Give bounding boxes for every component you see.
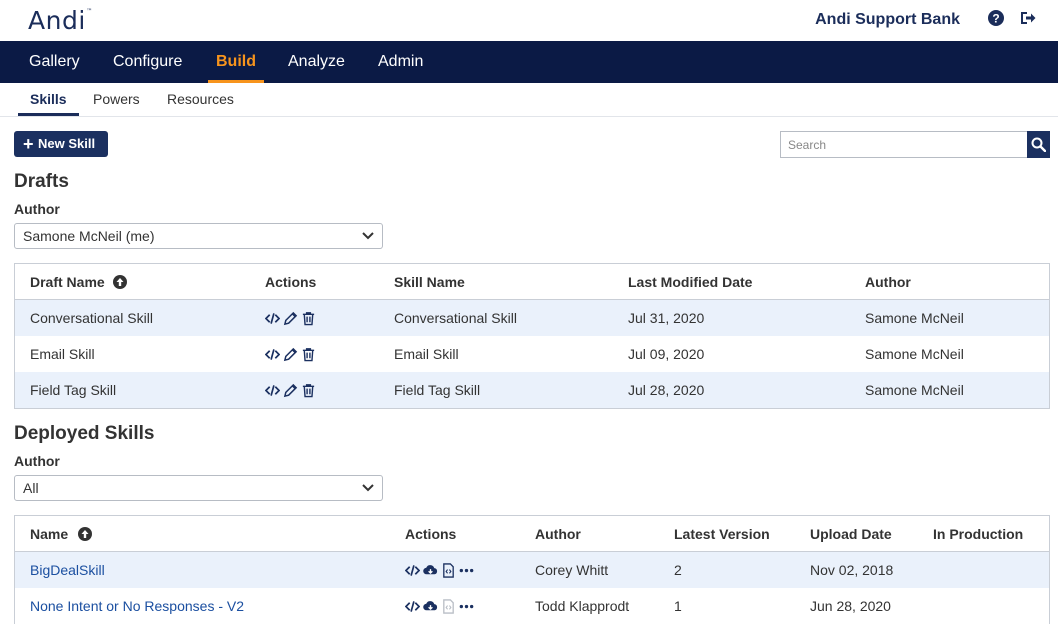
drafts-author-value: Samone McNeil (me) bbox=[23, 228, 155, 244]
author: Todd Klapprodt bbox=[535, 598, 630, 614]
skill-name-link[interactable]: BigDealSkill bbox=[30, 552, 105, 588]
file-code-icon[interactable] bbox=[441, 562, 456, 578]
skill-name-link[interactable]: None Intent or No Responses - V2 bbox=[30, 588, 244, 624]
org-name: Andi Support Bank bbox=[815, 11, 960, 28]
drafts-title: Drafts bbox=[14, 171, 69, 192]
col-skill-name[interactable]: Skill Name bbox=[394, 264, 465, 300]
drafts-table-header: Draft Name Actions Skill Name Last Modif… bbox=[15, 264, 1049, 300]
draft-name: Email Skill bbox=[30, 346, 95, 362]
code-icon[interactable] bbox=[405, 599, 420, 614]
table-row[interactable]: None Intent or No Responses - V2 Todd Kl… bbox=[15, 588, 1049, 624]
svg-text:?: ? bbox=[992, 12, 999, 26]
more-horizontal-icon[interactable] bbox=[459, 563, 474, 578]
trash-icon[interactable] bbox=[301, 383, 316, 398]
drafts-table: Draft Name Actions Skill Name Last Modif… bbox=[14, 263, 1050, 409]
last-modified: Jul 09, 2020 bbox=[628, 346, 705, 362]
nav-analyze[interactable]: Analyze bbox=[288, 41, 345, 83]
col-draft-name[interactable]: Draft Name bbox=[30, 264, 105, 300]
col-author[interactable]: Author bbox=[865, 264, 911, 300]
row-actions bbox=[265, 300, 319, 336]
table-row[interactable]: Email Skill Email Skill Jul 09, 2020 Sam… bbox=[15, 336, 1049, 372]
deployed-author-label: Author bbox=[14, 453, 60, 469]
tab-skills[interactable]: Skills bbox=[18, 83, 79, 116]
col-name[interactable]: Name bbox=[30, 516, 68, 552]
deployed-title: Deployed Skills bbox=[14, 423, 155, 444]
new-skill-button[interactable]: + New Skill bbox=[14, 131, 108, 157]
cloud-download-icon[interactable] bbox=[423, 599, 438, 614]
sort-arrow-up-icon[interactable] bbox=[78, 527, 92, 541]
row-actions bbox=[265, 336, 319, 372]
row-actions bbox=[265, 372, 319, 408]
table-row[interactable]: Conversational Skill Conversational Skil… bbox=[15, 300, 1049, 336]
latest-version: 2 bbox=[674, 562, 682, 578]
author: Samone McNeil bbox=[865, 310, 964, 326]
pencil-icon[interactable] bbox=[283, 347, 298, 362]
table-row[interactable]: BigDealSkill Corey Whitt 2 Nov 02, 2018 bbox=[15, 552, 1049, 588]
sub-nav: Skills Powers Resources bbox=[0, 83, 1058, 117]
trash-icon[interactable] bbox=[301, 347, 316, 362]
col-actions: Actions bbox=[405, 526, 457, 542]
upload-date: Nov 02, 2018 bbox=[810, 562, 894, 578]
skill-name: Field Tag Skill bbox=[394, 382, 481, 398]
trash-icon[interactable] bbox=[301, 311, 316, 326]
plus-icon: + bbox=[23, 134, 34, 154]
tab-resources[interactable]: Resources bbox=[167, 83, 234, 116]
upload-date: Jun 28, 2020 bbox=[810, 598, 891, 614]
last-modified: Jul 28, 2020 bbox=[628, 382, 705, 398]
pencil-icon[interactable] bbox=[283, 311, 298, 326]
code-icon[interactable] bbox=[265, 347, 280, 362]
col-author[interactable]: Author bbox=[535, 516, 581, 552]
nav-admin[interactable]: Admin bbox=[378, 41, 423, 83]
andi-logo[interactable]: Andi ™ bbox=[28, 6, 92, 35]
table-row[interactable]: Field Tag Skill Field Tag Skill Jul 28, … bbox=[15, 372, 1049, 408]
search-button[interactable] bbox=[1027, 131, 1050, 158]
chevron-down-icon bbox=[362, 484, 374, 492]
search-input[interactable] bbox=[780, 131, 1027, 158]
more-horizontal-icon[interactable] bbox=[459, 599, 474, 614]
nav-gallery[interactable]: Gallery bbox=[29, 41, 80, 83]
row-actions bbox=[405, 552, 477, 588]
drafts-author-label: Author bbox=[14, 201, 60, 217]
nav-build[interactable]: Build bbox=[208, 41, 264, 83]
last-modified: Jul 31, 2020 bbox=[628, 310, 705, 326]
search-icon bbox=[1031, 137, 1046, 152]
sign-out-icon[interactable] bbox=[1020, 10, 1036, 26]
author: Corey Whitt bbox=[535, 562, 609, 578]
row-actions bbox=[405, 588, 477, 624]
pencil-icon[interactable] bbox=[283, 383, 298, 398]
deployed-table: Name Actions Author Latest Version Uploa… bbox=[14, 515, 1050, 624]
skill-name: Conversational Skill bbox=[394, 310, 517, 326]
deployed-table-header: Name Actions Author Latest Version Uploa… bbox=[15, 516, 1049, 552]
col-upload-date[interactable]: Upload Date bbox=[810, 516, 892, 552]
sort-arrow-up-icon[interactable] bbox=[113, 275, 127, 289]
question-circle-icon[interactable]: ? bbox=[988, 10, 1004, 26]
code-icon[interactable] bbox=[265, 383, 280, 398]
tab-powers[interactable]: Powers bbox=[93, 83, 140, 116]
col-in-production[interactable]: In Production bbox=[933, 516, 1023, 552]
col-latest-version[interactable]: Latest Version bbox=[674, 516, 770, 552]
deployed-author-select[interactable]: All bbox=[14, 475, 383, 501]
draft-name: Field Tag Skill bbox=[30, 382, 117, 398]
new-skill-label: New Skill bbox=[38, 136, 96, 151]
file-code-icon bbox=[443, 598, 454, 614]
author: Samone McNeil bbox=[865, 382, 964, 398]
skill-name: Email Skill bbox=[394, 346, 459, 362]
draft-name: Conversational Skill bbox=[30, 310, 153, 326]
deployed-author-value: All bbox=[23, 480, 39, 496]
latest-version: 1 bbox=[674, 598, 682, 614]
code-icon[interactable] bbox=[405, 563, 420, 578]
main-nav: Gallery Configure Build Analyze Admin bbox=[0, 41, 1058, 83]
col-actions: Actions bbox=[265, 274, 317, 290]
author: Samone McNeil bbox=[865, 346, 964, 362]
code-icon[interactable] bbox=[265, 311, 280, 326]
chevron-down-icon bbox=[362, 232, 374, 240]
top-header: Andi ™ Andi Support Bank ? bbox=[0, 0, 1058, 41]
cloud-download-icon[interactable] bbox=[423, 563, 438, 578]
nav-configure[interactable]: Configure bbox=[113, 41, 182, 83]
drafts-author-select[interactable]: Samone McNeil (me) bbox=[14, 223, 383, 249]
col-last-modified[interactable]: Last Modified Date bbox=[628, 264, 752, 300]
